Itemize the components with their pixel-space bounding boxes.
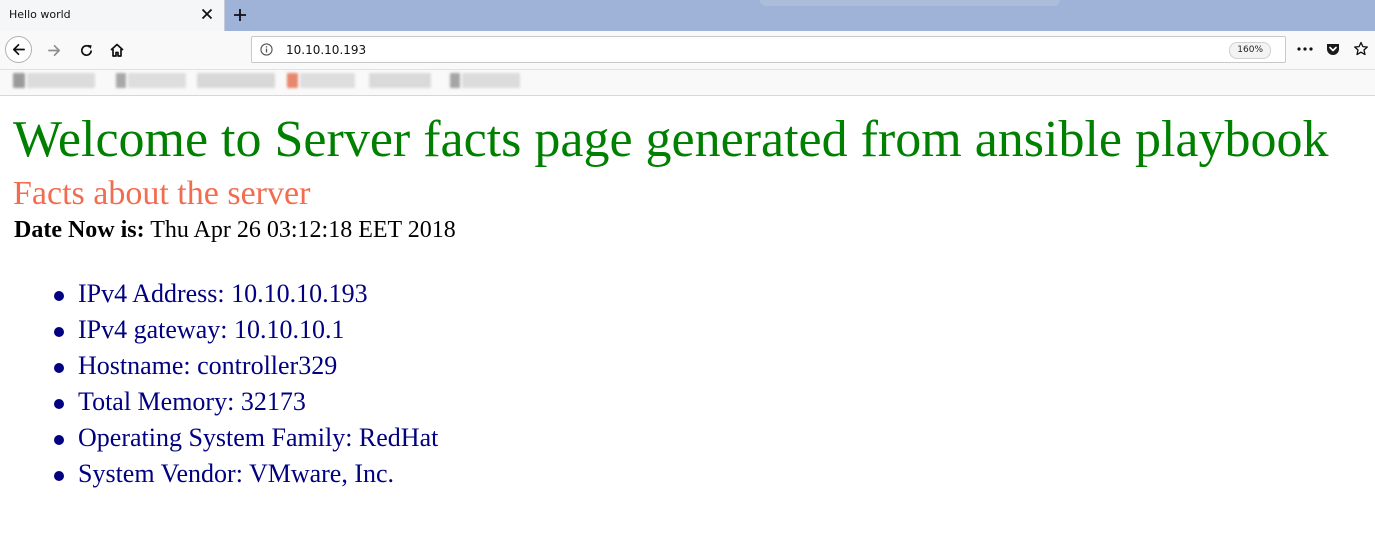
list-item: Total Memory: 32173	[50, 387, 438, 423]
page-title: Welcome to Server facts page generated f…	[13, 111, 1329, 168]
fact-text: Operating System Family: RedHat	[78, 423, 439, 452]
home-icon	[110, 43, 124, 57]
reload-button[interactable]	[72, 36, 100, 64]
bookmark-item[interactable]	[300, 73, 355, 88]
bookmark-item[interactable]	[128, 73, 186, 88]
fact-text: IPv4 Address: 10.10.10.193	[78, 279, 368, 308]
bullet-icon	[54, 291, 64, 301]
close-icon	[201, 8, 213, 20]
pocket-button[interactable]	[1323, 39, 1343, 59]
fact-text: IPv4 gateway: 10.10.10.1	[78, 315, 345, 344]
bookmark-item[interactable]	[13, 73, 25, 88]
fact-text: Total Memory: 32173	[78, 387, 306, 416]
current-date: Date Now is: Thu Apr 26 03:12:18 EET 201…	[14, 217, 456, 244]
list-item: Hostname: controller329	[50, 351, 438, 387]
home-button[interactable]	[103, 36, 131, 64]
bookmark-item[interactable]	[287, 73, 298, 88]
bookmark-star-button[interactable]	[1351, 39, 1371, 59]
bullet-icon	[54, 435, 64, 445]
fact-text: Hostname: controller329	[78, 351, 338, 380]
bookmark-item[interactable]	[197, 73, 275, 88]
star-icon	[1354, 41, 1368, 56]
list-item: Operating System Family: RedHat	[50, 423, 438, 459]
page-content: Welcome to Server facts page generated f…	[0, 96, 1375, 548]
tab-hello-world[interactable]: Hello world	[0, 0, 225, 31]
tab-strip: Hello world	[0, 0, 1375, 31]
bullet-icon	[54, 399, 64, 409]
date-label: Date Now is:	[14, 217, 145, 243]
fact-text: System Vendor: VMware, Inc.	[78, 459, 395, 488]
tab-title: Hello world	[9, 8, 71, 21]
arrow-right-icon	[47, 44, 60, 56]
bookmark-item[interactable]	[462, 73, 520, 88]
more-horizontal-icon	[1297, 47, 1313, 51]
bullet-icon	[54, 327, 64, 337]
page-subtitle: Facts about the server	[13, 175, 311, 212]
bookmark-item[interactable]	[369, 73, 431, 88]
new-tab-button[interactable]	[229, 5, 251, 25]
close-tab-button[interactable]	[198, 5, 216, 23]
list-item: IPv4 Address: 10.10.10.193	[50, 279, 438, 315]
bullet-icon	[54, 363, 64, 373]
server-facts-list: IPv4 Address: 10.10.10.193 IPv4 gateway:…	[50, 279, 438, 495]
bookmark-item[interactable]	[450, 73, 460, 88]
navigation-toolbar: 10.10.10.193 160%	[0, 31, 1375, 70]
page-actions-button[interactable]	[1295, 39, 1315, 59]
url-text[interactable]: 10.10.10.193	[286, 43, 366, 57]
pocket-icon	[1327, 44, 1339, 55]
plus-icon	[234, 9, 246, 21]
reload-icon	[80, 44, 92, 56]
info-icon[interactable]	[260, 43, 273, 56]
zoom-level-badge[interactable]: 160%	[1229, 42, 1271, 59]
arrow-left-icon	[12, 43, 25, 56]
list-item: IPv4 gateway: 10.10.10.1	[50, 315, 438, 351]
bookmark-item[interactable]	[116, 73, 126, 88]
tab-strip-drag-area	[760, 0, 1060, 6]
back-button[interactable]	[5, 36, 32, 63]
bookmark-item[interactable]	[27, 73, 95, 88]
list-item: System Vendor: VMware, Inc.	[50, 459, 438, 495]
address-bar[interactable]: 10.10.10.193 160%	[251, 36, 1286, 63]
bookmarks-toolbar	[0, 70, 1375, 96]
bullet-icon	[54, 471, 64, 481]
forward-button[interactable]	[40, 36, 68, 64]
date-value: Thu Apr 26 03:12:18 EET 2018	[150, 217, 456, 243]
